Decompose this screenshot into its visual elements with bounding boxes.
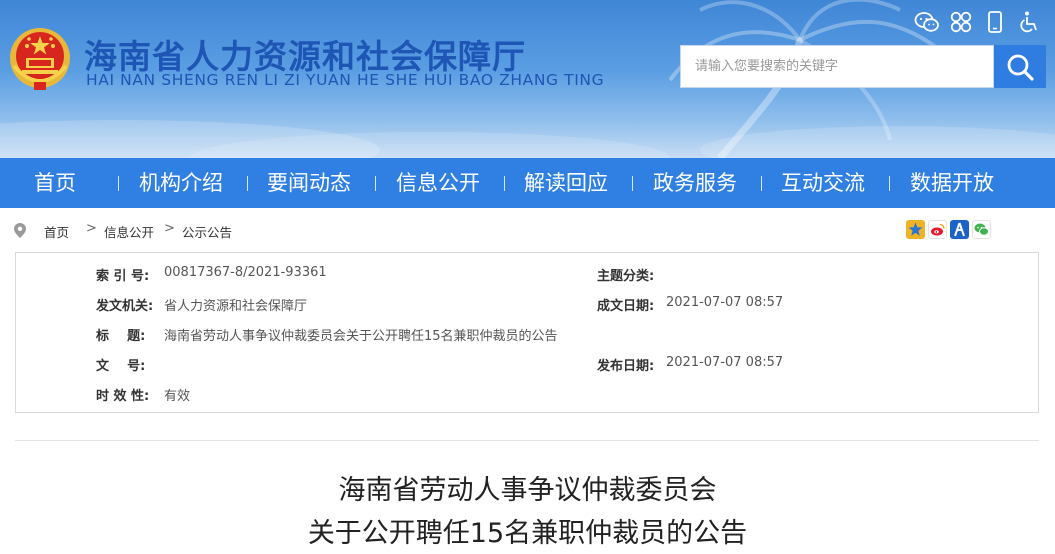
document-meta-box: 索 引 号: 00817367-8/2021-93361 主题分类: 发文机关:…: [15, 252, 1039, 413]
breadcrumb-item-announcements[interactable]: 公示公告: [182, 222, 232, 241]
site-subtitle: HAI NAN SHENG REN LI ZI YUAN HE SHE HUI …: [86, 71, 605, 89]
issuer-label: 发文机关:: [96, 299, 154, 314]
top-icon-bar: [914, 10, 1050, 36]
breadcrumb-item-home[interactable]: 首页: [44, 222, 69, 241]
breadcrumb-separator: >: [86, 221, 97, 236]
search-input[interactable]: 请输入您要搜索的关键字: [680, 45, 994, 88]
mobile-icon[interactable]: [982, 10, 1016, 36]
content-divider: [15, 440, 1039, 441]
app-grid-icon[interactable]: [948, 10, 982, 36]
index-number-label: 索 引 号:: [96, 269, 150, 284]
created-date-label: 成文日期:: [597, 299, 655, 314]
qzone-icon[interactable]: [906, 220, 925, 239]
publish-date-value: 2021-07-07 08:57: [666, 355, 784, 370]
article-title-line-2: 关于公开聘任15名兼职仲裁员的公告: [307, 518, 748, 549]
doc-title-value: 海南省劳动人事争议仲裁委员会关于公开聘任15名兼职仲裁员的公告: [164, 329, 558, 344]
nav-separator: [761, 176, 762, 191]
share-bar: [906, 220, 991, 239]
nav-item-services[interactable]: 政务服务: [653, 158, 737, 208]
nav-separator: [375, 176, 376, 191]
wechat-share-icon[interactable]: [972, 220, 991, 239]
nav-separator: [632, 176, 633, 191]
doc-number-label: 文 号:: [96, 359, 146, 374]
nav-item-news[interactable]: 要闻动态: [267, 158, 351, 208]
nav-separator: [504, 176, 505, 191]
nav-separator: [118, 176, 119, 191]
breadcrumb-item-disclosure[interactable]: 信息公开: [104, 222, 154, 241]
nav-item-interaction[interactable]: 互动交流: [781, 158, 865, 208]
renren-icon[interactable]: [950, 220, 969, 239]
location-pin-icon: [14, 223, 26, 238]
nav-item-about[interactable]: 机构介绍: [139, 158, 223, 208]
issuer-value: 省人力资源和社会保障厅: [164, 299, 308, 314]
publish-date-label: 发布日期:: [597, 359, 655, 374]
weibo-icon[interactable]: [928, 220, 947, 239]
breadcrumb-separator: >: [164, 221, 175, 236]
validity-label: 时 效 性:: [96, 389, 150, 404]
topic-category-label: 主题分类:: [597, 269, 655, 284]
created-date-value: 2021-07-07 08:57: [666, 295, 784, 310]
main-nav: 首页 机构介绍 要闻动态 信息公开 解读回应 政务服务 互动交流 数据开放: [0, 158, 1055, 208]
search-button[interactable]: [994, 45, 1046, 88]
nav-separator: [889, 176, 890, 191]
validity-value: 有效: [164, 389, 191, 404]
accessibility-icon[interactable]: [1016, 10, 1050, 36]
national-emblem-logo: [10, 28, 70, 90]
site-header: 海南省人力资源和社会保障厅 HAI NAN SHENG REN LI ZI YU…: [0, 0, 1055, 158]
breadcrumb: 首页 > 信息公开 > 公示公告: [0, 208, 1055, 252]
wechat-icon[interactable]: [914, 10, 948, 36]
nav-item-disclosure[interactable]: 信息公开: [396, 158, 480, 208]
article-title-line-1: 海南省劳动人事争议仲裁委员会: [338, 475, 717, 506]
search-icon: [1007, 54, 1034, 81]
nav-item-open-data[interactable]: 数据开放: [910, 158, 994, 208]
index-number-value: 00817367-8/2021-93361: [164, 265, 327, 280]
nav-item-interpretation[interactable]: 解读回应: [524, 158, 608, 208]
doc-title-label: 标 题:: [96, 329, 146, 344]
nav-separator: [247, 176, 248, 191]
nav-item-home[interactable]: 首页: [34, 158, 76, 208]
